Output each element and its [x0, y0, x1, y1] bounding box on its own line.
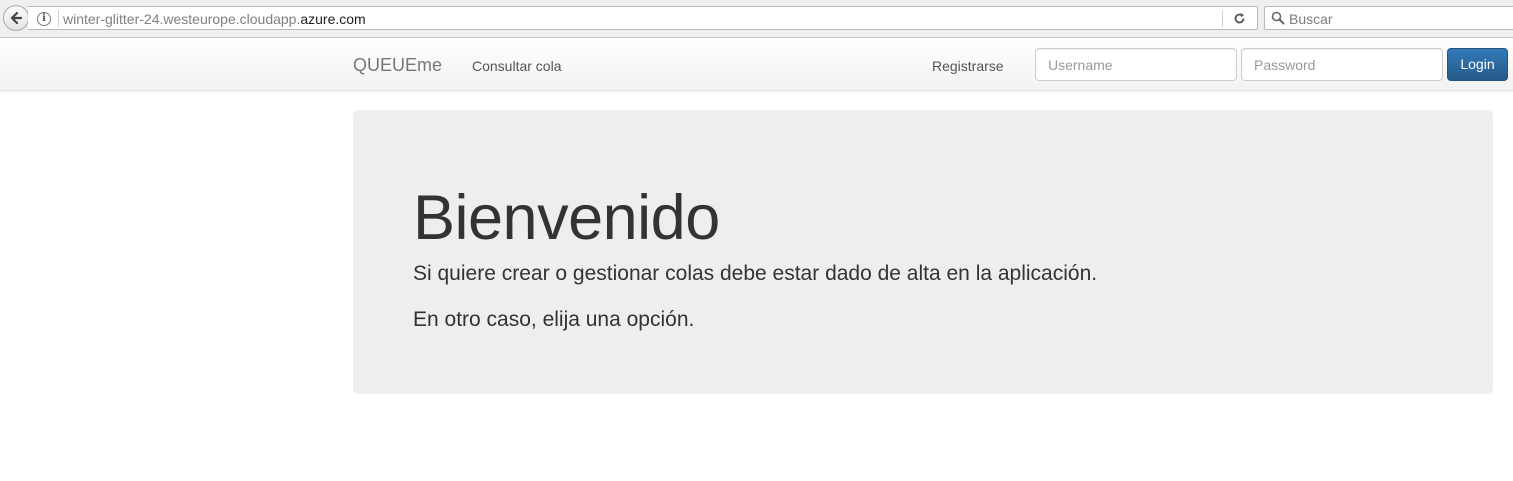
welcome-paragraph-1: Si quiere crear o gestionar colas debe e…: [413, 262, 1098, 285]
reload-icon[interactable]: [1231, 10, 1247, 26]
url-prefix: winter-glitter-24.westeurope.cloudapp.: [63, 11, 301, 27]
browser-toolbar: i winter-glitter-24.westeurope.cloudapp.…: [0, 0, 1513, 38]
welcome-jumbotron: Bienvenido Si quiere crear o gestionar c…: [353, 110, 1493, 394]
brand-link[interactable]: QUEUEme: [353, 55, 442, 75]
url-domain: azure.com: [300, 11, 366, 27]
back-button[interactable]: [3, 5, 29, 31]
nav-link-consultar-cola[interactable]: Consultar cola: [472, 57, 562, 75]
welcome-paragraph-2: En otro caso, elija una opción.: [413, 308, 695, 331]
search-placeholder: Buscar: [1289, 11, 1333, 27]
password-input[interactable]: [1241, 48, 1443, 81]
search-icon: [1271, 11, 1285, 25]
back-arrow-icon: [10, 11, 23, 25]
nav-link-registrarse[interactable]: Registrarse: [932, 57, 1004, 75]
url-text[interactable]: winter-glitter-24.westeurope.cloudapp.az…: [63, 11, 366, 27]
search-bar[interactable]: Buscar: [1264, 6, 1513, 30]
username-input[interactable]: [1035, 48, 1237, 81]
info-icon[interactable]: i: [37, 12, 51, 26]
page-title: Bienvenido: [413, 183, 720, 253]
reload-separator: [1222, 10, 1223, 27]
site-navbar: QUEUEme Consultar cola Registrarse Login: [0, 39, 1513, 91]
login-button[interactable]: Login: [1447, 48, 1508, 81]
address-bar[interactable]: i winter-glitter-24.westeurope.cloudapp.…: [28, 6, 1258, 30]
url-separator: [58, 10, 59, 27]
